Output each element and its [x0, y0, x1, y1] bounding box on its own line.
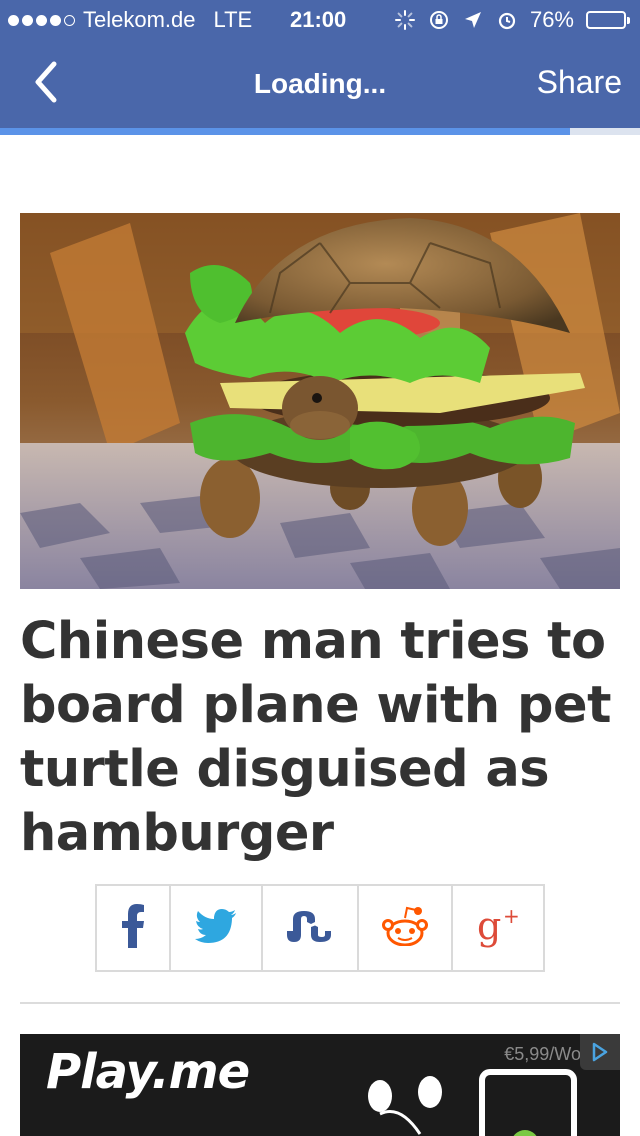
reddit-icon	[382, 906, 428, 951]
status-time: 21:00	[290, 7, 347, 32]
carrier-name: Telekom.de	[83, 7, 196, 32]
share-facebook-button[interactable]	[97, 886, 171, 970]
rotation-lock-icon	[428, 9, 450, 31]
navigation-bar: Loading... Share	[0, 40, 640, 128]
network-type: LTE	[213, 7, 253, 32]
facebook-icon	[120, 903, 146, 953]
location-arrow-icon	[462, 9, 484, 31]
article-hero-image	[20, 213, 620, 589]
svg-text:g: g	[477, 904, 501, 948]
article-headline[interactable]: Chinese man tries to board plane with pe…	[20, 610, 620, 866]
ad-choices-icon[interactable]	[580, 1034, 620, 1070]
twitter-icon	[195, 908, 237, 948]
status-bar: Telekom.de LTE 21:00 76%	[0, 0, 640, 40]
alarm-clock-icon	[496, 9, 518, 31]
stumbleupon-icon	[285, 909, 335, 948]
section-divider	[20, 1002, 620, 1004]
battery-percentage: 76%	[529, 7, 574, 32]
svg-text:+: +	[503, 904, 520, 928]
share-stumbleupon-button[interactable]	[263, 886, 359, 970]
ad-price: €5,99/Woc	[504, 1044, 590, 1064]
share-twitter-button[interactable]	[171, 886, 263, 970]
share-reddit-button[interactable]	[359, 886, 453, 970]
social-share-bar: g +	[95, 884, 545, 972]
page-load-progress	[0, 128, 640, 135]
advertisement-banner[interactable]: Play.me €5,99/Woc	[20, 1034, 620, 1136]
progress-fill	[0, 128, 570, 135]
activity-spinner-icon	[394, 9, 416, 31]
signal-strength	[8, 14, 75, 26]
battery-icon	[586, 11, 630, 29]
ad-logo: Play.me	[46, 1044, 250, 1100]
share-google-plus-button[interactable]: g +	[453, 886, 543, 970]
share-button[interactable]: Share	[537, 64, 622, 101]
google-plus-icon: g +	[475, 903, 521, 954]
